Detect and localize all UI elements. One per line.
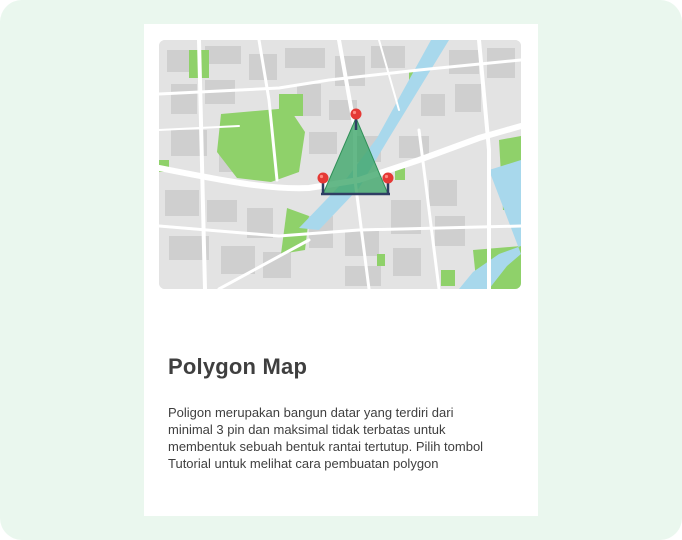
- page-background: Polygon Map Poligon merupakan bangun dat…: [0, 0, 682, 540]
- polygon-map-card[interactable]: Polygon Map Poligon merupakan bangun dat…: [144, 24, 538, 516]
- map-pin-icon: [317, 172, 329, 184]
- card-description: Poligon merupakan bangun datar yang terd…: [168, 405, 484, 471]
- map-preview: [159, 40, 521, 289]
- map-illustration: [159, 40, 521, 289]
- card-title: Polygon Map: [168, 354, 308, 379]
- map-pin-icon: [382, 172, 394, 184]
- map-pin-icon: [350, 108, 362, 120]
